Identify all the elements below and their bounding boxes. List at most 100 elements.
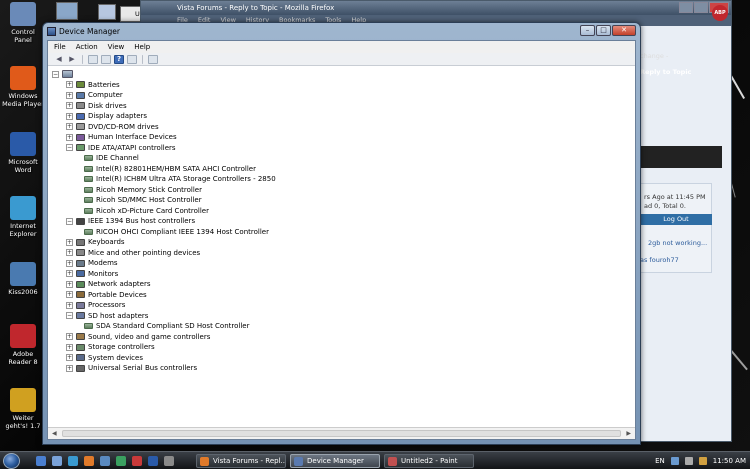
scan-hardware-changes-icon[interactable]	[148, 54, 158, 64]
tray-icon[interactable]	[698, 457, 707, 465]
desktop-shortcut-icon[interactable]	[98, 4, 116, 20]
thread-link[interactable]: 2gb not working...	[648, 239, 707, 247]
desktop-icon[interactable]: Windows Media Player	[0, 66, 46, 108]
expand-icon[interactable]: +	[66, 259, 73, 267]
expand-icon[interactable]: +	[66, 301, 73, 309]
device-category[interactable]: + Processors	[48, 300, 635, 311]
desktop-icon[interactable]: Weiter geht's! 1.7	[0, 388, 46, 430]
scroll-right-icon[interactable]: ▶	[626, 430, 631, 437]
device-category[interactable]: + System devices	[48, 353, 635, 364]
device-category[interactable]: + DVD/CD-ROM drives	[48, 122, 635, 133]
clock[interactable]: 11:50 AM	[713, 457, 746, 465]
device-item[interactable]: SDA Standard Compliant SD Host Controlle…	[48, 321, 635, 332]
expand-icon[interactable]: +	[66, 343, 73, 351]
start-button[interactable]	[3, 453, 20, 469]
expand-icon[interactable]: +	[66, 291, 73, 299]
device-category[interactable]: − IDE ATA/ATAPI controllers	[48, 143, 635, 154]
desktop-icon[interactable]: Kiss2006	[0, 262, 46, 296]
device-item[interactable]: Intel(R) 82801HEM/HBM SATA AHCI Controll…	[48, 164, 635, 175]
device-item[interactable]: Ricoh xD-Picture Card Controller	[48, 206, 635, 217]
show-hide-console-tree-icon[interactable]	[88, 54, 98, 64]
adblock-icon[interactable]: ABP	[712, 5, 728, 21]
expand-icon[interactable]: +	[66, 354, 73, 362]
quicklaunch-icon[interactable]	[116, 456, 126, 466]
minimize-button[interactable]	[679, 2, 693, 13]
desktop-icon[interactable]: Microsoft Word	[0, 132, 46, 174]
maximize-button[interactable]	[694, 2, 708, 13]
device-category[interactable]: + Human Interface Devices	[48, 132, 635, 143]
tree-root[interactable]: −	[48, 69, 635, 80]
word-icon[interactable]	[148, 456, 158, 466]
quicklaunch-icon[interactable]	[164, 456, 174, 466]
language-indicator[interactable]: EN	[655, 457, 665, 465]
device-category[interactable]: − IEEE 1394 Bus host controllers	[48, 216, 635, 227]
help-icon[interactable]: ?	[114, 54, 124, 64]
expand-icon[interactable]: +	[66, 333, 73, 341]
volume-icon[interactable]	[684, 457, 693, 465]
device-manager-window[interactable]: Device Manager – □ ✕ File Action View He…	[42, 22, 641, 445]
minimize-button[interactable]: –	[580, 25, 595, 36]
expand-icon[interactable]: +	[66, 133, 73, 141]
show-desktop-icon[interactable]	[36, 456, 46, 466]
expand-icon[interactable]: +	[66, 249, 73, 257]
expand-icon[interactable]: +	[66, 112, 73, 120]
back-arrow-icon[interactable]: ◀	[54, 55, 64, 64]
expand-icon[interactable]: +	[66, 102, 73, 110]
device-item[interactable]: Ricoh Memory Stick Controller	[48, 185, 635, 196]
device-category[interactable]: + Monitors	[48, 269, 635, 280]
scroll-left-icon[interactable]: ◀	[52, 430, 57, 437]
device-category[interactable]: + Network adapters	[48, 279, 635, 290]
menu-file[interactable]: File	[54, 43, 66, 51]
device-category[interactable]: + Mice and other pointing devices	[48, 248, 635, 259]
device-item[interactable]: IDE Channel	[48, 153, 635, 164]
horizontal-scrollbar[interactable]: ◀ ▶	[48, 427, 635, 439]
close-button[interactable]: ✕	[612, 25, 636, 36]
expand-icon[interactable]: +	[66, 91, 73, 99]
collapse-icon[interactable]: −	[66, 144, 73, 152]
quicklaunch-icon[interactable]	[100, 456, 110, 466]
device-category[interactable]: + Portable Devices	[48, 290, 635, 301]
network-icon[interactable]	[670, 457, 679, 465]
desktop-shortcut-icon[interactable]	[56, 2, 78, 20]
device-category[interactable]: − SD host adapters	[48, 311, 635, 322]
switch-windows-icon[interactable]	[52, 456, 62, 466]
expand-icon[interactable]: +	[66, 270, 73, 278]
device-item[interactable]: Intel(R) ICH8M Ultra ATA Storage Control…	[48, 174, 635, 185]
expand-icon[interactable]: +	[66, 280, 73, 288]
author-link[interactable]: as fouroh77	[640, 256, 679, 264]
tab-reply-to-topic[interactable]: Reply to Topic	[640, 68, 691, 76]
device-category[interactable]: + Disk drives	[48, 101, 635, 112]
device-category[interactable]: + Keyboards	[48, 237, 635, 248]
desktop-icon[interactable]: Adobe Reader 8	[0, 324, 46, 366]
device-category[interactable]: + Batteries	[48, 80, 635, 91]
logout-button[interactable]: Log Out	[640, 214, 712, 225]
device-category[interactable]: + Display adapters	[48, 111, 635, 122]
device-category[interactable]: + Modems	[48, 258, 635, 269]
collapse-icon[interactable]: −	[52, 70, 59, 78]
forward-arrow-icon[interactable]: ▶	[67, 55, 77, 64]
collapse-icon[interactable]: −	[66, 312, 73, 320]
expand-icon[interactable]: +	[66, 123, 73, 131]
device-category[interactable]: + Universal Serial Bus controllers	[48, 363, 635, 374]
scrollbar-thumb[interactable]	[62, 430, 621, 437]
device-manager-titlebar[interactable]: Device Manager – □ ✕	[43, 23, 640, 40]
collapse-icon[interactable]: −	[66, 217, 73, 225]
maximize-button[interactable]: □	[596, 25, 611, 36]
taskbar-button[interactable]: Device Manager	[290, 454, 380, 468]
menu-view[interactable]: View	[108, 43, 125, 51]
device-item[interactable]: Ricoh SD/MMC Host Controller	[48, 195, 635, 206]
taskbar-button[interactable]: Vista Forums - Repl...	[196, 454, 286, 468]
device-category[interactable]: + Computer	[48, 90, 635, 101]
firefox-icon[interactable]	[84, 456, 94, 466]
expand-icon[interactable]: +	[66, 238, 73, 246]
menu-action[interactable]: Action	[76, 43, 98, 51]
device-category[interactable]: + Sound, video and game controllers	[48, 332, 635, 343]
device-category[interactable]: + Storage controllers	[48, 342, 635, 353]
desktop-icon[interactable]: Control Panel	[0, 2, 46, 44]
properties-icon[interactable]	[101, 54, 111, 64]
device-item[interactable]: RICOH OHCI Compliant IEEE 1394 Host Cont…	[48, 227, 635, 238]
internet-explorer-icon[interactable]	[68, 456, 78, 466]
taskbar-button[interactable]: Untitled2 - Paint	[384, 454, 474, 468]
menu-help[interactable]: Help	[134, 43, 150, 51]
show-action-pane-icon[interactable]	[127, 54, 137, 64]
